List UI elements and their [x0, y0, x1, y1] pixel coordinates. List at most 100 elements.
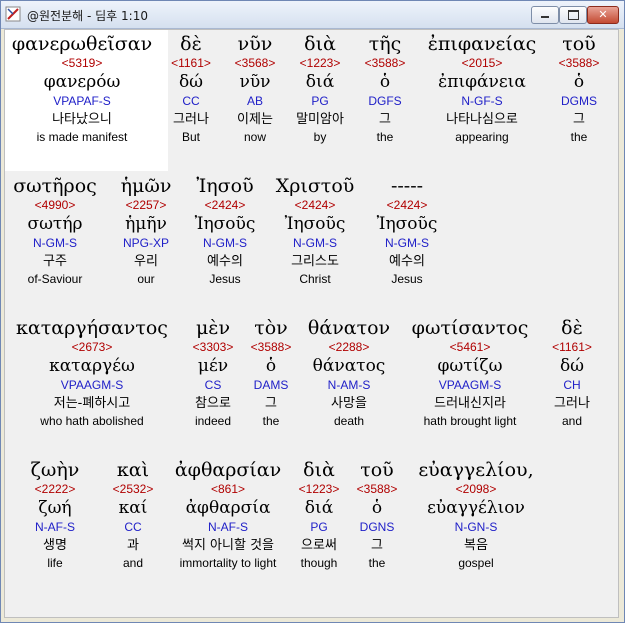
word-block[interactable]: ζωὴν <2222> ζωή N-AF-S 생명 life — [7, 458, 103, 570]
word-block[interactable]: φανερωθεῖσαν <5319> φανερόω VPAPAF-S 나타났… — [7, 32, 157, 144]
strong-number[interactable]: <2257> — [111, 198, 181, 213]
strong-number[interactable]: <2424> — [367, 198, 447, 213]
close-button[interactable]: ✕ — [587, 6, 619, 24]
greek-word: Ἰησοῦ — [196, 175, 254, 197]
english-gloss: the — [376, 130, 394, 144]
word-block[interactable]: διὰ <1223> διά PG 말미암아 by — [289, 32, 351, 144]
morphology-code: CS — [204, 378, 222, 392]
greek-word: ----- — [390, 175, 424, 197]
morphology-code: N-GM-S — [33, 236, 77, 250]
lemma: εὐαγγέλιον — [427, 498, 525, 518]
greek-word: ἡμῶν — [120, 175, 172, 197]
strong-number[interactable]: <1161> — [543, 340, 601, 355]
word-block[interactable]: ----- <2424> Ἰησοῦς N-GM-S 예수의 Jesus — [367, 174, 447, 286]
strong-number[interactable]: <2424> — [185, 198, 265, 213]
english-gloss: the — [262, 414, 280, 428]
word-block[interactable]: εὐαγγελίου, <2098> εὐαγγέλιον N-GN-S 복음 … — [407, 458, 545, 570]
strong-number[interactable]: <3588> — [551, 56, 607, 71]
close-icon: ✕ — [598, 8, 608, 21]
word-block[interactable]: τὸν <3588> ὁ DAMS 그 the — [245, 316, 297, 428]
title-bar[interactable]: @원전분해 - 딤후 1:10 ✕ — [1, 1, 624, 29]
korean-gloss: 그러나 — [173, 112, 209, 127]
lemma: Ἰησοῦς — [194, 214, 256, 234]
greek-word: δὲ — [180, 33, 202, 55]
word-block[interactable]: δὲ <1161> δώ CH 그러나 and — [543, 316, 601, 428]
korean-gloss: 으로써 — [301, 538, 337, 553]
word-block[interactable]: νῦν <3568> νῦν AB 이제는 now — [225, 32, 285, 144]
english-gloss: Christ — [299, 272, 331, 286]
english-gloss: and — [122, 556, 144, 570]
strong-number[interactable]: <2288> — [301, 340, 397, 355]
greek-word: τῆς — [368, 33, 402, 55]
greek-word: φανερωθεῖσαν — [11, 33, 153, 55]
korean-gloss: 저는-폐하시고 — [53, 396, 131, 411]
korean-gloss: 그 — [573, 112, 585, 127]
strong-number[interactable]: <5461> — [401, 340, 539, 355]
strong-number[interactable]: <3303> — [183, 340, 243, 355]
korean-gloss: 그 — [371, 538, 383, 553]
strong-number[interactable]: <3588> — [245, 340, 297, 355]
word-block[interactable]: καταργήσαντος <2673> καταργέω VPAAGM-S 저… — [7, 316, 177, 428]
lemma: Ἰησοῦς — [284, 214, 346, 234]
morphology-code: VPAAGM-S — [438, 378, 502, 392]
lemma: ἐπιφάνεια — [438, 72, 526, 92]
morphology-code: DGFS — [368, 94, 402, 108]
word-block[interactable]: τοῦ <3588> ὁ DGMS 그 the — [551, 32, 607, 144]
morphology-code: CC — [182, 94, 200, 108]
word-block[interactable]: ἡμῶν <2257> ἡμῆν NPG-XP 우리 our — [111, 174, 181, 286]
strong-number[interactable]: <1223> — [291, 482, 347, 497]
greek-word: μὲν — [195, 317, 231, 339]
english-gloss: indeed — [194, 414, 232, 428]
word-block[interactable]: καὶ <2532> καί CC 과 and — [105, 458, 161, 570]
minimize-button[interactable] — [531, 6, 559, 24]
korean-gloss: 말미암아 — [296, 112, 344, 127]
strong-number[interactable]: <5319> — [7, 56, 157, 71]
strong-number[interactable]: <2673> — [7, 340, 177, 355]
english-gloss: is made manifest — [36, 130, 128, 144]
maximize-button[interactable] — [559, 6, 587, 24]
morphology-code: AB — [246, 94, 263, 108]
strong-number[interactable]: <3588> — [351, 482, 403, 497]
morphology-code: DGNS — [359, 520, 395, 534]
lemma: ὁ — [379, 72, 391, 92]
interlinear-panel[interactable]: φανερωθεῖσαν <5319> φανερόω VPAPAF-S 나타났… — [4, 29, 619, 618]
korean-gloss: 복음 — [464, 538, 488, 553]
korean-gloss: 참으로 — [195, 396, 231, 411]
word-block[interactable]: τῆς <3588> ὁ DGFS 그 the — [357, 32, 413, 144]
strong-number[interactable]: <3568> — [225, 56, 285, 71]
word-block[interactable]: Ἰησοῦ <2424> Ἰησοῦς N-GM-S 예수의 Jesus — [185, 174, 265, 286]
english-gloss: But — [181, 130, 200, 144]
word-block[interactable]: σωτῆρος <4990> σωτήρ N-GM-S 구주 of-Saviou… — [7, 174, 103, 286]
word-block[interactable]: μὲν <3303> μέν CS 참으로 indeed — [183, 316, 243, 428]
lemma: δώ — [178, 72, 204, 92]
morphology-code: N-GF-S — [461, 94, 503, 108]
lemma: θάνατος — [312, 356, 386, 376]
word-block[interactable]: Χριστοῦ <2424> Ἰησοῦς N-GM-S 그리스도 Christ — [271, 174, 359, 286]
korean-gloss: 그리스도 — [291, 254, 339, 269]
word-block[interactable]: ἐπιφανείας <2015> ἐπιφάνεια N-GF-S 나타나심으… — [417, 32, 547, 144]
word-block[interactable]: δὲ <1161> δώ CC 그러나 But — [167, 32, 215, 144]
word-block[interactable]: διὰ <1223> διά PG 으로써 though — [291, 458, 347, 570]
greek-word: δὲ — [561, 317, 583, 339]
strong-number[interactable]: <2532> — [105, 482, 161, 497]
morphology-code: DGMS — [561, 94, 597, 108]
strong-number[interactable]: <861> — [165, 482, 291, 497]
strong-number[interactable]: <2098> — [407, 482, 545, 497]
strong-number[interactable]: <4990> — [7, 198, 103, 213]
strong-number[interactable]: <1223> — [289, 56, 351, 71]
greek-word: εὐαγγελίου, — [418, 459, 534, 481]
korean-gloss: 예수의 — [389, 254, 425, 269]
greek-word: θάνατον — [307, 317, 391, 339]
morphology-code: PG — [310, 520, 328, 534]
strong-number[interactable]: <2424> — [271, 198, 359, 213]
word-block[interactable]: τοῦ <3588> ὁ DGNS 그 the — [351, 458, 403, 570]
word-block[interactable]: θάνατον <2288> θάνατος N-AM-S 사망을 death — [301, 316, 397, 428]
strong-number[interactable]: <2222> — [7, 482, 103, 497]
strong-number[interactable]: <1161> — [167, 56, 215, 71]
word-block[interactable]: ἀφθαρσίαν <861> ἀφθαρσία N-AF-S 썩지 아니할 것… — [165, 458, 291, 570]
strong-number[interactable]: <2015> — [417, 56, 547, 71]
english-gloss: gospel — [458, 556, 494, 570]
minimize-icon — [541, 16, 549, 18]
word-block[interactable]: φωτίσαντος <5461> φωτίζω VPAAGM-S 드러내신지라… — [401, 316, 539, 428]
strong-number[interactable]: <3588> — [357, 56, 413, 71]
